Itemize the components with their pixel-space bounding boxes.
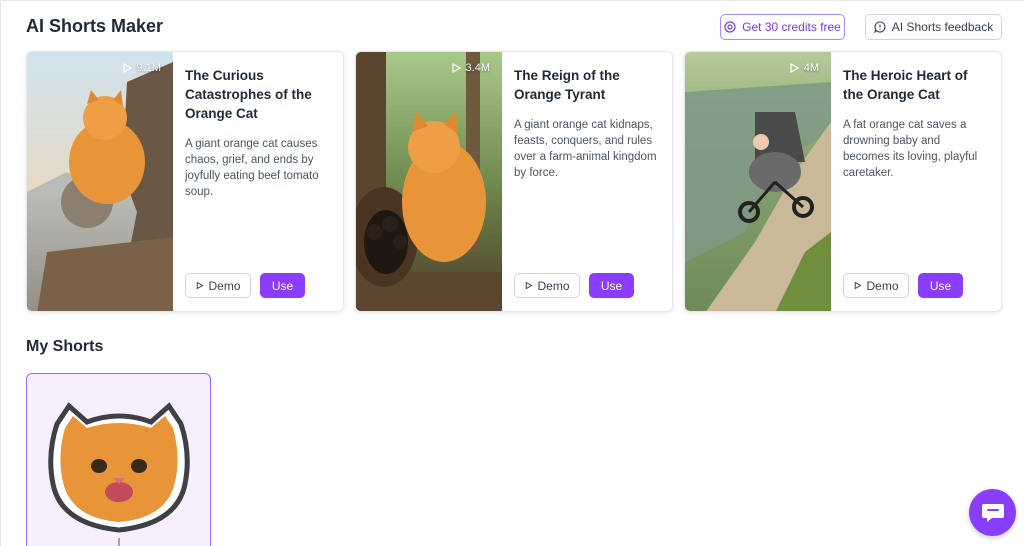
- cat-cliff-image: [27, 52, 173, 311]
- view-count: 3.4M: [450, 62, 490, 74]
- template-title: The Heroic Heart of the Orange Cat: [843, 68, 968, 102]
- my-short-card[interactable]: [26, 373, 211, 546]
- template-description: A giant orange cat kidnaps, feasts, conq…: [514, 119, 657, 179]
- template-description: A giant orange cat causes chaos, grief, …: [185, 138, 319, 198]
- use-button[interactable]: Use: [918, 273, 963, 298]
- play-icon: [790, 62, 799, 74]
- page-title: AI Shorts Maker: [26, 16, 164, 36]
- template-card[interactable]: 4M The Heroic Heart of the Orange Cat A …: [684, 51, 1002, 312]
- demo-button[interactable]: Demo: [185, 273, 251, 298]
- template-cards: 9.1M The Curious Catastrophes of the Ora…: [26, 51, 1002, 312]
- template-body: The Curious Catastrophes of the Orange C…: [185, 66, 329, 200]
- view-count: 9.1M: [121, 62, 161, 74]
- template-thumbnail[interactable]: 9.1M: [27, 52, 173, 311]
- demo-label: Demo: [866, 278, 899, 293]
- chat-button[interactable]: [969, 489, 1016, 536]
- demo-button[interactable]: Demo: [843, 273, 909, 298]
- template-card[interactable]: 9.1M The Curious Catastrophes of the Ora…: [26, 51, 344, 312]
- play-icon: [526, 281, 533, 290]
- play-icon: [122, 62, 132, 74]
- gift-icon: [724, 21, 736, 33]
- view-count-label: 9.1M: [136, 62, 161, 74]
- cat-avatar-image: [48, 402, 190, 546]
- demo-button[interactable]: Demo: [514, 273, 580, 298]
- get-credits-button[interactable]: Get 30 credits free: [720, 14, 845, 40]
- use-button[interactable]: Use: [260, 273, 305, 298]
- get-credits-label: Get 30 credits free: [742, 20, 841, 34]
- cat-forest-image: [356, 52, 502, 311]
- template-title: The Reign of the Orange Tyrant: [514, 68, 620, 102]
- demo-label: Demo: [208, 278, 241, 293]
- chat-icon: [981, 503, 1004, 522]
- my-shorts-title: My Shorts: [26, 338, 104, 355]
- play-icon: [451, 62, 461, 74]
- feedback-label: AI Shorts feedback: [891, 20, 994, 34]
- play-icon: [197, 281, 204, 290]
- demo-label: Demo: [537, 278, 570, 293]
- feedback-icon: [874, 21, 886, 33]
- page-header: AI Shorts Maker Get 30 credits free AI S…: [26, 14, 1002, 42]
- view-count-label: 3.4M: [465, 62, 490, 74]
- template-title: The Curious Catastrophes of the Orange C…: [185, 68, 312, 121]
- template-description: A fat orange cat saves a drowning baby a…: [843, 119, 978, 179]
- template-card[interactable]: 3.4M The Reign of the Orange Tyrant A gi…: [355, 51, 673, 312]
- template-body: The Heroic Heart of the Orange Cat A fat…: [843, 66, 987, 181]
- view-count: 4M: [788, 62, 819, 74]
- use-button[interactable]: Use: [589, 273, 634, 298]
- template-body: The Reign of the Orange Tyrant A giant o…: [514, 66, 658, 181]
- template-thumbnail[interactable]: 3.4M: [356, 52, 502, 311]
- play-icon: [855, 281, 862, 290]
- stroller-lake-image: [685, 52, 831, 311]
- view-count-label: 4M: [803, 62, 819, 74]
- template-thumbnail[interactable]: 4M: [685, 52, 831, 311]
- feedback-button[interactable]: AI Shorts feedback: [865, 14, 1002, 40]
